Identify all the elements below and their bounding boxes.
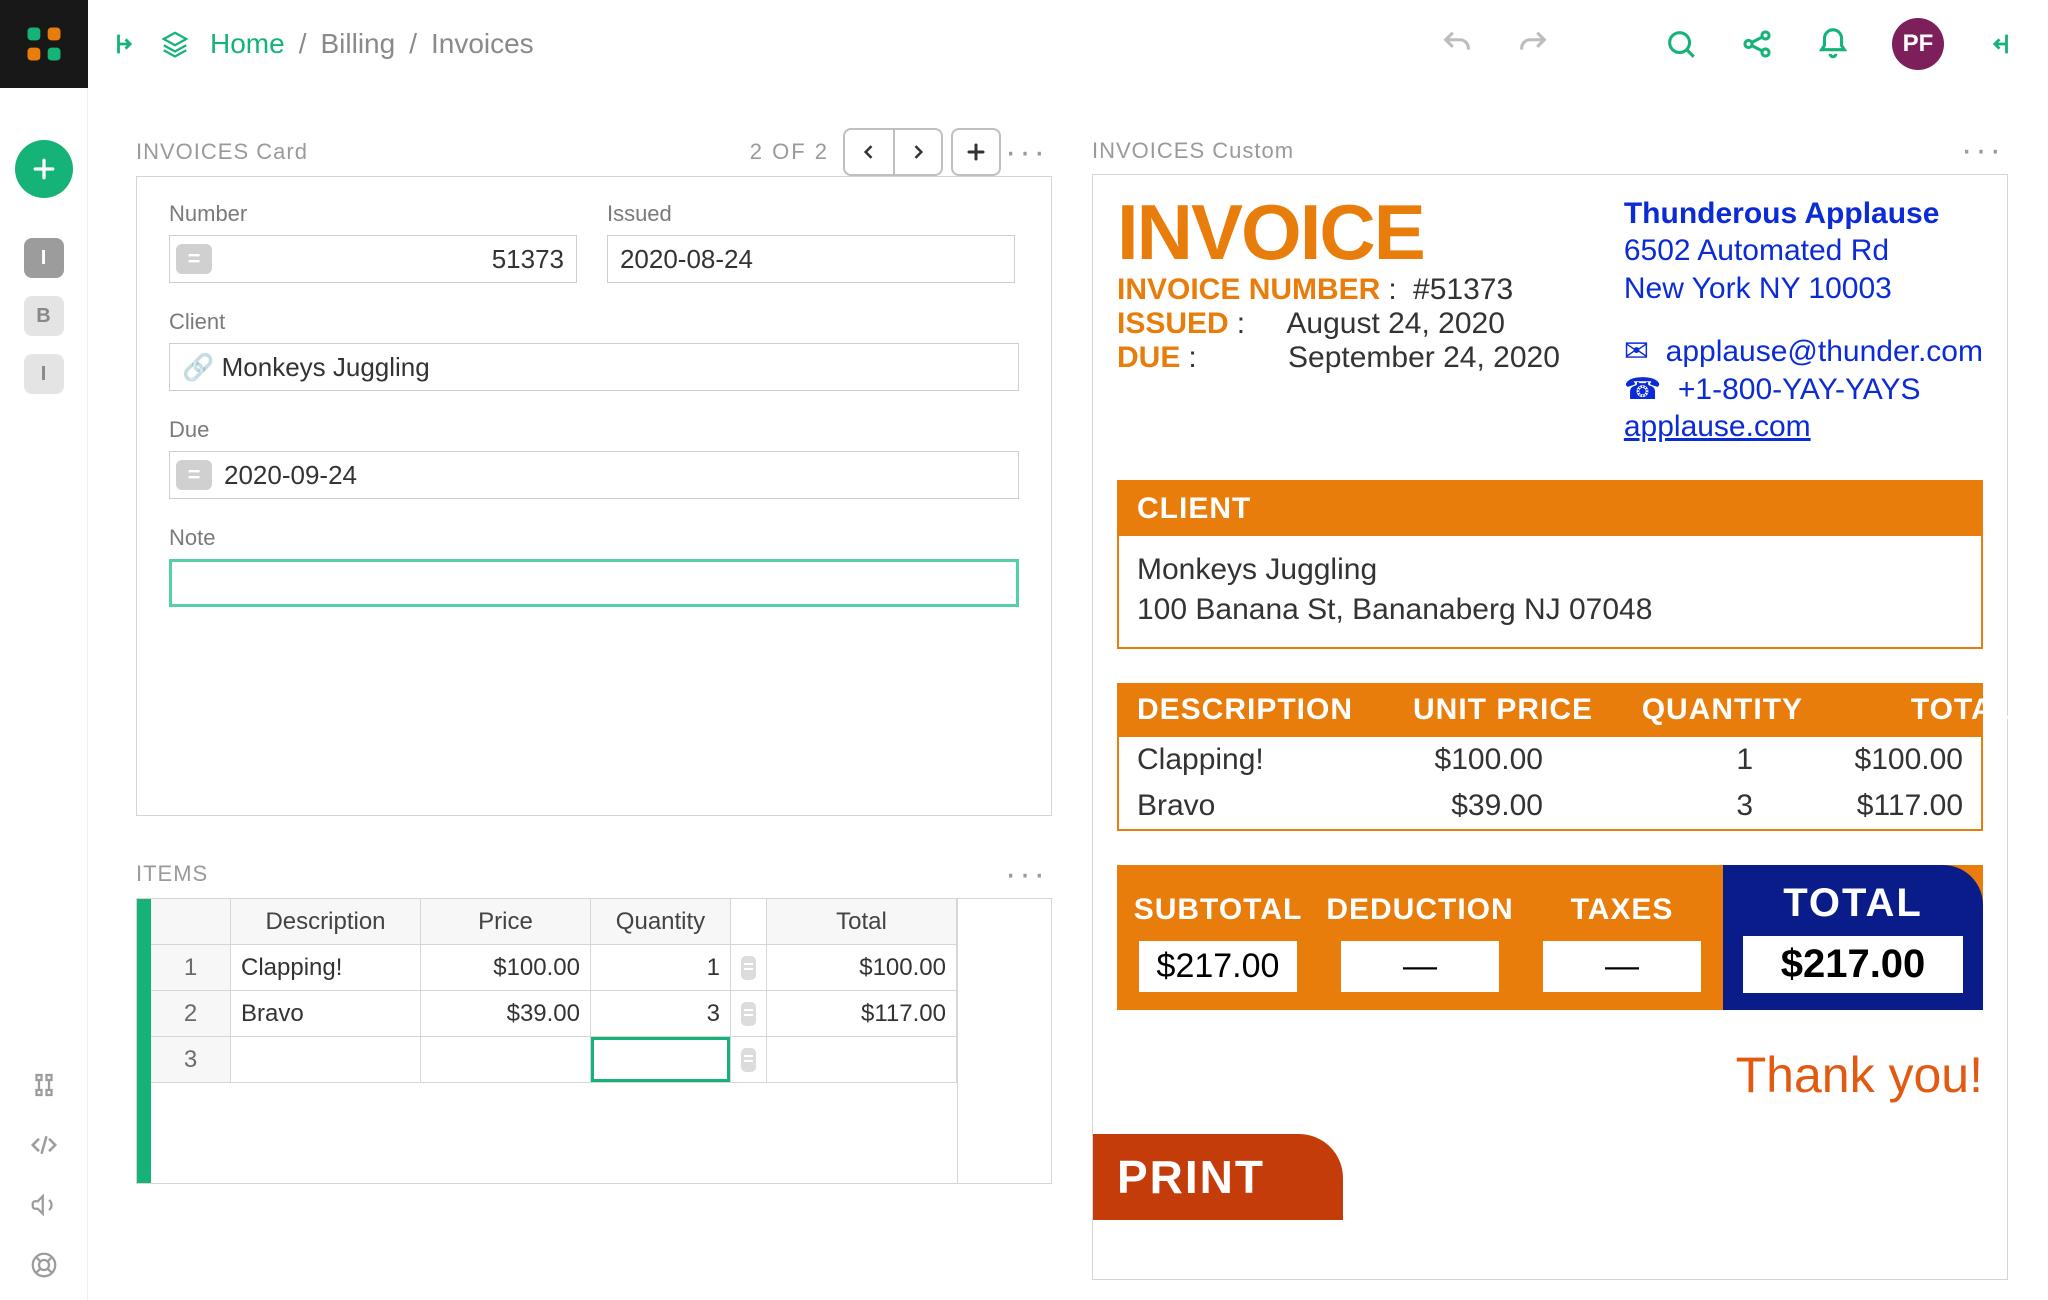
nav-item-2[interactable]: I — [24, 354, 64, 394]
company-site[interactable]: applause.com — [1624, 410, 1811, 443]
formula-chip-icon: = — [176, 244, 212, 274]
invoice-heading: INVOICE — [1117, 195, 1560, 269]
crumb-billing[interactable]: Billing — [320, 28, 395, 60]
cell-chip: = — [731, 991, 767, 1037]
redo-icon[interactable] — [1516, 27, 1550, 61]
company-phone: ☎ +1-800-YAY-YAYS — [1624, 371, 1983, 409]
deduction-value: — — [1341, 941, 1499, 992]
card-section-header: INVOICES Card 2 OF 2 ··· — [136, 128, 1052, 176]
invoice-meta: INVOICE NUMBER: #51373 ISSUED: August 24… — [1117, 273, 1560, 375]
topbar: Home / Billing / Invoices PF — [88, 0, 2048, 88]
right-column: INVOICES Custom ··· INVOICE INVOICE NUMB… — [1092, 128, 2008, 1280]
cell-total[interactable]: $100.00 — [767, 945, 957, 991]
company-email[interactable]: ✉ applause@thunder.com — [1624, 333, 1983, 371]
crumb-invoices[interactable]: Invoices — [431, 28, 534, 60]
help-icon[interactable] — [29, 1250, 59, 1280]
client-box: CLIENT Monkeys Juggling 100 Banana St, B… — [1117, 480, 1983, 649]
grid-corner — [151, 899, 231, 945]
cell-qty[interactable]: 3 — [591, 991, 731, 1037]
search-icon[interactable] — [1664, 27, 1698, 61]
col-description[interactable]: Description — [231, 899, 421, 945]
cell-total[interactable] — [767, 1037, 957, 1083]
col-chip — [731, 899, 767, 945]
cell-price[interactable]: $39.00 — [421, 991, 591, 1037]
cell-chip: = — [731, 945, 767, 991]
line-items-table: DESCRIPTION UNIT PRICE QUANTITY TOTAL Cl… — [1117, 683, 1983, 831]
cell-qty[interactable]: 1 — [591, 945, 731, 991]
items-section-header: ITEMS ··· — [136, 850, 1052, 898]
grid-accent — [137, 899, 151, 1183]
card-section-title: INVOICES Card — [136, 139, 308, 165]
cell-desc[interactable] — [231, 1037, 421, 1083]
invoice-card: Number = 51373 Issued 2020-08-24 Client … — [136, 176, 1052, 816]
subtotal-value: $217.00 — [1139, 941, 1297, 992]
total-value: $217.00 — [1743, 936, 1963, 993]
items-menu-icon[interactable]: ··· — [1001, 855, 1052, 894]
crumb-home[interactable]: Home — [210, 28, 285, 60]
formula-chip-icon: = — [176, 460, 212, 490]
add-record-button[interactable] — [951, 128, 1001, 176]
number-label: Number — [169, 201, 577, 227]
table-row: Bravo $39.00 3 $117.00 — [1119, 783, 1981, 829]
col-price[interactable]: Price — [421, 899, 591, 945]
due-label: Due — [169, 417, 1019, 443]
nav-item-1[interactable]: B — [24, 296, 64, 336]
cell-chip: = — [731, 1037, 767, 1083]
preview-section-header: INVOICES Custom ··· — [1092, 128, 2008, 174]
issued-label: Issued — [607, 201, 1015, 227]
cell-total[interactable]: $117.00 — [767, 991, 957, 1037]
thanks-text: Thank you! — [1117, 1046, 1983, 1104]
panel-toggle-left-icon[interactable] — [108, 30, 136, 58]
cell-price[interactable]: $100.00 — [421, 945, 591, 991]
items-grid: Description Price Quantity Total 1 Clapp… — [136, 898, 1052, 1184]
cell-price[interactable] — [421, 1037, 591, 1083]
client-field[interactable]: Monkeys Juggling — [169, 343, 1019, 391]
breadcrumb: Home / Billing / Invoices — [210, 28, 534, 60]
undo-icon[interactable] — [1440, 27, 1474, 61]
main: INVOICES Card 2 OF 2 ··· Number = — [88, 88, 2048, 1300]
table-row: Clapping! $100.00 1 $100.00 — [1119, 737, 1981, 783]
card-menu-icon[interactable]: ··· — [1001, 133, 1052, 172]
preview-section-title: INVOICES Custom — [1092, 138, 1294, 164]
items-section-title: ITEMS — [136, 861, 208, 887]
bell-icon[interactable] — [1816, 27, 1850, 61]
left-rail: I B I — [0, 0, 88, 1300]
client-label: Client — [169, 309, 1019, 335]
share-icon[interactable] — [1740, 27, 1774, 61]
settings-icon[interactable] — [29, 1070, 59, 1100]
note-label: Note — [169, 525, 1019, 551]
prev-record-button[interactable] — [845, 130, 893, 174]
row-number[interactable]: 1 — [151, 945, 231, 991]
card-pager: 2 OF 2 — [750, 139, 829, 165]
totals-bar: SUBTOTAL $217.00 DEDUCTION — TAXES — TOT… — [1117, 865, 1983, 1010]
cell-desc[interactable]: Bravo — [231, 991, 421, 1037]
issued-field[interactable]: 2020-08-24 — [607, 235, 1015, 283]
next-record-button[interactable] — [893, 130, 941, 174]
nav-item-0[interactable]: I — [24, 238, 64, 278]
col-total[interactable]: Total — [767, 899, 957, 945]
row-number[interactable]: 3 — [151, 1037, 231, 1083]
code-icon[interactable] — [29, 1130, 59, 1160]
cell-qty-selected[interactable] — [591, 1037, 731, 1083]
megaphone-icon[interactable] — [29, 1190, 59, 1220]
invoice-preview: INVOICE INVOICE NUMBER: #51373 ISSUED: A… — [1092, 174, 2008, 1280]
avatar[interactable]: PF — [1892, 18, 1944, 70]
due-field[interactable]: = 2020-09-24 — [169, 451, 1019, 499]
panel-toggle-right-icon[interactable] — [1986, 27, 2020, 61]
col-quantity[interactable]: Quantity — [591, 899, 731, 945]
app-logo[interactable] — [0, 0, 88, 88]
preview-menu-icon[interactable]: ··· — [1957, 131, 2008, 170]
note-field[interactable] — [169, 559, 1019, 607]
number-field[interactable]: = 51373 — [169, 235, 577, 283]
pages-icon[interactable] — [160, 29, 190, 59]
print-button[interactable]: PRINT — [1093, 1134, 1343, 1220]
left-column: INVOICES Card 2 OF 2 ··· Number = — [136, 128, 1052, 1280]
row-number[interactable]: 2 — [151, 991, 231, 1037]
add-button[interactable] — [15, 140, 73, 198]
taxes-value: — — [1543, 941, 1701, 992]
cell-desc[interactable]: Clapping! — [231, 945, 421, 991]
company-block: Thunderous Applause 6502 Automated Rd Ne… — [1624, 195, 1983, 446]
